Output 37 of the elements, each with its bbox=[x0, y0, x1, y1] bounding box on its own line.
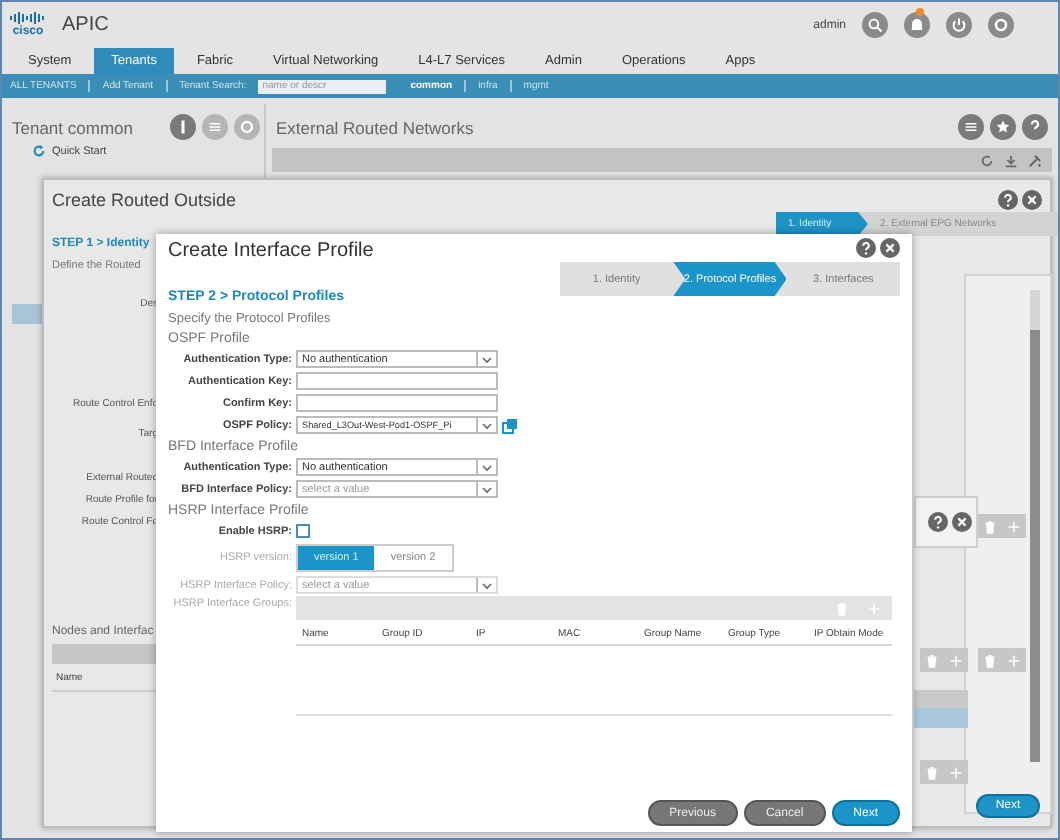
help-icon[interactable] bbox=[856, 238, 876, 258]
search-icon[interactable] bbox=[862, 12, 888, 38]
checkbox[interactable] bbox=[296, 524, 310, 538]
settings-icon[interactable] bbox=[988, 12, 1014, 38]
caret-icon[interactable] bbox=[482, 463, 492, 471]
power-icon[interactable] bbox=[946, 12, 972, 38]
input-field[interactable] bbox=[296, 394, 498, 412]
refresh-icon bbox=[32, 144, 46, 158]
close-icon[interactable] bbox=[880, 238, 900, 258]
help-icon[interactable] bbox=[998, 190, 1018, 210]
caret-icon[interactable] bbox=[482, 355, 492, 363]
copy-icon[interactable] bbox=[502, 417, 518, 433]
scrollbar[interactable] bbox=[1030, 290, 1040, 762]
close-icon[interactable] bbox=[1022, 190, 1042, 210]
list-icon[interactable] bbox=[958, 114, 984, 140]
logo-bars-icon bbox=[10, 12, 46, 24]
notification-badge bbox=[916, 8, 924, 16]
help-icon[interactable] bbox=[1022, 114, 1048, 140]
info-icon[interactable] bbox=[170, 114, 196, 140]
caret-icon[interactable] bbox=[482, 421, 492, 429]
panel-title: Tenant common bbox=[12, 117, 135, 137]
table-toolbar bbox=[52, 644, 158, 664]
caret-icon[interactable] bbox=[482, 581, 492, 589]
refresh-icon[interactable] bbox=[980, 153, 994, 167]
caret-icon[interactable] bbox=[482, 485, 492, 493]
tools-icon[interactable] bbox=[1028, 153, 1042, 167]
panel-title: External Routed Networks bbox=[276, 117, 476, 137]
dialog-title: Create Interface Profile bbox=[168, 240, 374, 262]
download-icon[interactable] bbox=[1004, 153, 1018, 167]
help-icon[interactable] bbox=[928, 512, 948, 532]
settings-icon[interactable] bbox=[234, 114, 260, 140]
app-title: APIC bbox=[62, 14, 109, 36]
close-icon[interactable] bbox=[952, 512, 972, 532]
list-icon[interactable] bbox=[202, 114, 228, 140]
bell-icon[interactable] bbox=[904, 12, 930, 38]
dialog-title: Create Routed Outside bbox=[52, 190, 239, 210]
input-field[interactable] bbox=[296, 372, 498, 390]
